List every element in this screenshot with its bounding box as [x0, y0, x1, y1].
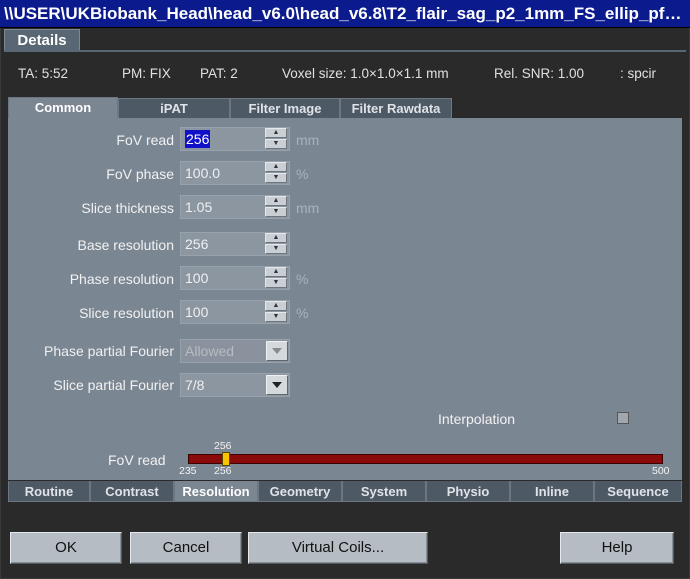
tab-system[interactable]: System	[342, 481, 426, 502]
fov-slider-current-bottom: 256	[214, 465, 232, 477]
ta-value: TA: 5:52	[18, 66, 69, 81]
spin-up-arrow-icon[interactable]: ▲	[265, 162, 287, 172]
tab-contrast[interactable]: Contrast	[90, 481, 174, 502]
slice-resolution-spinner[interactable]: ▲ ▼	[265, 301, 289, 323]
fov-slider-max: 500	[652, 465, 670, 477]
chevron-down-icon[interactable]	[266, 375, 288, 395]
tab-physio[interactable]: Physio	[426, 481, 510, 502]
tab-geometry[interactable]: Geometry	[258, 481, 342, 502]
phase-resolution-spinner[interactable]: ▲ ▼	[265, 267, 289, 289]
phase-partial-fourier-label: Phase partial Fourier	[44, 343, 174, 359]
tab-filter-rawdata[interactable]: Filter Rawdata	[340, 98, 452, 118]
spin-up-arrow-icon[interactable]: ▲	[265, 233, 287, 243]
fov-read-unit: mm	[296, 132, 320, 148]
phase-resolution-unit: %	[296, 271, 309, 287]
slice-thickness-spinner[interactable]: ▲ ▼	[265, 196, 289, 218]
tab-routine[interactable]: Routine	[8, 481, 90, 502]
spin-up-arrow-icon[interactable]: ▲	[265, 267, 287, 277]
virtual-coils-button[interactable]: Virtual Coils...	[248, 532, 428, 564]
spin-down-arrow-icon[interactable]: ▼	[265, 244, 287, 254]
spin-up-arrow-icon[interactable]: ▲	[265, 301, 287, 311]
slice-thickness-field[interactable]: 1.05 ▲ ▼	[180, 195, 290, 219]
fov-phase-field[interactable]: 100.0 ▲ ▼	[180, 161, 290, 185]
fov-read-field[interactable]: 256 ▲ ▼	[180, 127, 290, 151]
fov-read-value[interactable]: 256	[185, 130, 211, 148]
spin-down-arrow-icon[interactable]: ▼	[265, 312, 287, 322]
fov-slider-min: 235	[179, 465, 197, 477]
slice-thickness-value[interactable]: 1.05	[185, 198, 212, 216]
window-title: \\USER\UKBiobank_Head\head_v6.0\head_v6.…	[0, 0, 690, 28]
phase-resolution-label: Phase resolution	[69, 271, 174, 287]
spin-up-arrow-icon[interactable]: ▲	[265, 128, 287, 138]
chevron-down-icon	[266, 341, 288, 361]
fov-phase-spinner[interactable]: ▲ ▼	[265, 162, 289, 184]
fov-slider-label: FoV read	[108, 452, 166, 468]
phase-resolution-field[interactable]: 100 ▲ ▼	[180, 266, 290, 290]
spin-down-arrow-icon[interactable]: ▼	[265, 207, 287, 217]
base-resolution-label: Base resolution	[77, 237, 174, 253]
base-resolution-field[interactable]: 256 ▲ ▼	[180, 232, 290, 256]
rel-snr: Rel. SNR: 1.00	[494, 66, 585, 81]
slice-resolution-label: Slice resolution	[79, 305, 174, 321]
fov-read-label: FoV read	[116, 132, 174, 148]
tab-filter-image[interactable]: Filter Image	[230, 98, 340, 118]
tab-resolution[interactable]: Resolution	[174, 481, 258, 502]
tab-common[interactable]: Common	[8, 97, 118, 119]
tab-ipat[interactable]: iPAT	[118, 98, 230, 118]
fov-phase-label: FoV phase	[106, 166, 174, 182]
slice-partial-fourier-label: Slice partial Fourier	[53, 377, 174, 393]
fov-slider-current-top: 256	[214, 440, 232, 452]
slice-resolution-field[interactable]: 100 ▲ ▼	[180, 300, 290, 324]
spin-down-arrow-icon[interactable]: ▼	[265, 139, 287, 149]
fov-phase-value[interactable]: 100.0	[185, 164, 220, 182]
base-resolution-value[interactable]: 256	[185, 235, 208, 253]
interpolation-label: Interpolation	[438, 411, 516, 427]
slice-partial-fourier-select[interactable]: 7/8	[180, 373, 290, 397]
interpolation-checkbox[interactable]	[617, 412, 629, 424]
pm-value: PM: FIX	[122, 66, 171, 81]
fov-slider-thumb[interactable]	[221, 452, 230, 466]
fov-phase-unit: %	[296, 166, 309, 182]
slice-resolution-value[interactable]: 100	[185, 303, 208, 321]
pat-value: PAT: 2	[200, 66, 238, 81]
slice-thickness-label: Slice thickness	[81, 200, 174, 216]
spin-down-arrow-icon[interactable]: ▼	[265, 173, 287, 183]
phase-partial-fourier-value: Allowed	[185, 343, 235, 359]
fov-read-spinner[interactable]: ▲ ▼	[265, 128, 289, 150]
cancel-button[interactable]: Cancel	[130, 532, 242, 564]
tab-details[interactable]: Details	[4, 29, 80, 52]
spin-down-arrow-icon[interactable]: ▼	[265, 278, 287, 288]
tab-inline[interactable]: Inline	[510, 481, 594, 502]
phase-resolution-value[interactable]: 100	[185, 269, 208, 287]
fov-slider-track[interactable]	[188, 454, 663, 464]
slice-resolution-unit: %	[296, 305, 309, 321]
slice-thickness-unit: mm	[296, 200, 320, 216]
sequence-name: : spcir	[620, 66, 657, 81]
tab-sequence[interactable]: Sequence	[594, 481, 682, 502]
protocol-info-bar: TA: 5:52 PM: FIX PAT: 2 Voxel size: 1.0×…	[18, 66, 678, 86]
phase-partial-fourier-select: Allowed	[180, 339, 290, 363]
help-button[interactable]: Help	[560, 532, 674, 564]
slice-partial-fourier-value[interactable]: 7/8	[185, 376, 204, 394]
spin-up-arrow-icon[interactable]: ▲	[265, 196, 287, 206]
voxel-size: Voxel size: 1.0×1.0×1.1 mm	[282, 66, 449, 81]
base-resolution-spinner[interactable]: ▲ ▼	[265, 233, 289, 255]
ok-button[interactable]: OK	[10, 532, 122, 564]
